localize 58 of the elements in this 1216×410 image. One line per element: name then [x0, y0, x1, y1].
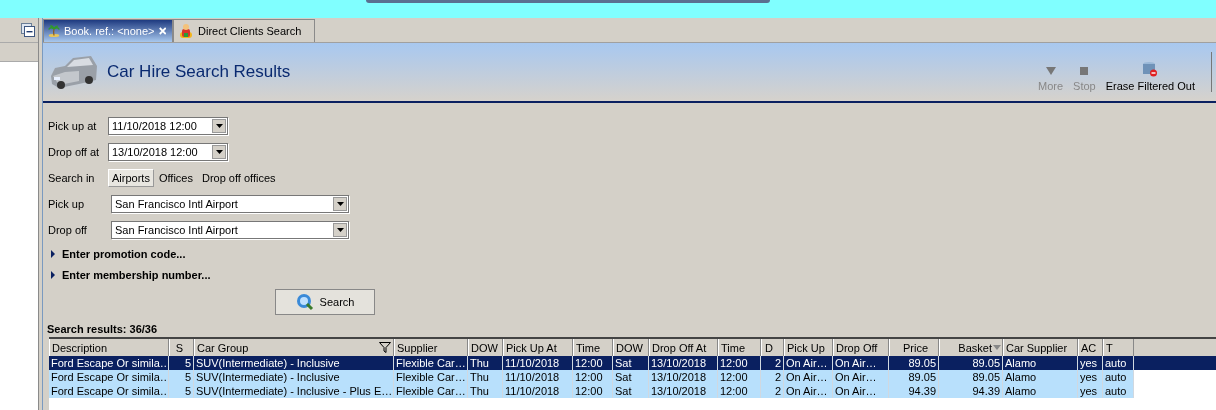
sort-arrow-icon: [993, 345, 1001, 350]
location-dropdown[interactable]: San Francisco Intl Airport: [111, 195, 349, 213]
expander-arrow-icon[interactable]: [50, 270, 56, 279]
field-label: Pick up: [48, 198, 86, 210]
dropdown-arrow-icon[interactable]: [336, 202, 344, 206]
results-count: Search results: 36/36: [46, 322, 159, 337]
table-cell: 13/10/2018: [649, 384, 718, 398]
table-cell: Sat: [613, 384, 649, 398]
table-cell: 5: [169, 384, 194, 398]
table-cell: Alamo: [1003, 384, 1078, 398]
expander-link[interactable]: Enter promotion code...: [62, 247, 186, 260]
triangle-down-icon: [1044, 65, 1057, 77]
collapse-icon[interactable]: [21, 23, 35, 37]
tab[interactable]: Book. ref.: <none>: [43, 19, 173, 42]
table-cell: 11/10/2018: [503, 384, 573, 398]
palm-tree-icon: [48, 23, 60, 39]
table-cell: 94.39: [939, 384, 1003, 398]
expander-arrow-icon[interactable]: [50, 249, 56, 258]
toolbar-button[interactable]: Erase Filtered Out: [1103, 61, 1197, 92]
table-cell: auto: [1103, 384, 1134, 398]
dropdown-arrow-icon[interactable]: [215, 150, 223, 154]
table-cell: Thu: [468, 384, 503, 398]
toggle-option[interactable]: Airports: [108, 169, 154, 187]
date-field[interactable]: 11/10/2018 12:00: [108, 117, 228, 135]
table-cell: SUV(Intermediate) - Inclusive - Plus E…: [194, 384, 394, 398]
field-label: Drop off: [48, 224, 88, 236]
table-cell: On Air…: [833, 384, 889, 398]
person-icon: [178, 23, 194, 39]
toggle-option[interactable]: Offices: [154, 169, 197, 187]
field-label: Search in: [48, 172, 96, 184]
database-delete-icon: [1142, 61, 1159, 77]
table-cell: 94.39: [889, 384, 939, 398]
filter-icon[interactable]: [379, 342, 391, 353]
field-label: Pick up at: [48, 120, 98, 132]
dropdown-arrow-icon[interactable]: [336, 228, 344, 232]
field-label: Drop off at: [48, 146, 101, 158]
table-row[interactable]: Ford Escape Or simila… 5 SUV(Intermediate) - Inclusive - Plus E… Flexible Car… Thu 11/10/2018 12:00 Sat 13/10/2018 12:00 2 On Air… On Air… 94.39 94.39 Alamo yes auto: [49, 384, 1134, 398]
table-cell: On Air…: [784, 384, 833, 398]
search-button[interactable]: Search: [275, 289, 375, 315]
table-cell: 2: [761, 384, 784, 398]
stop-icon: [1078, 65, 1091, 77]
table-cell: 12:00: [573, 384, 613, 398]
magnifier-globe-icon: [295, 293, 314, 311]
table-row[interactable]: Ford Escape Or simila… 5 SUV(Intermediate) - Inclusive Flexible Car… Thu 11/10/2018 12:00 Sat 13/10/2018 12:00 2 On Air… On Air… 89.05 89.05 Alamo yes auto: [49, 370, 1134, 384]
location-dropdown[interactable]: San Francisco Intl Airport: [111, 221, 349, 239]
date-field[interactable]: 13/10/2018 12:00: [108, 143, 228, 161]
dropdown-arrow-icon[interactable]: [215, 124, 223, 128]
tab[interactable]: Direct Clients Search: [173, 19, 315, 42]
close-icon[interactable]: [158, 26, 166, 36]
page-title: Car Hire Search Results: [107, 62, 291, 82]
table-cell: yes: [1078, 384, 1103, 398]
car-icon: [49, 54, 99, 90]
table-cell: Ford Escape Or simila…: [49, 384, 169, 398]
table-row[interactable]: Ford Escape Or simila… 5 SUV(Intermediate) - Inclusive Flexible Car… Thu 11/10/2018 12:00 Sat 13/10/2018 12:00 2 On Air… On Air… 89.05 89.05 Alamo yes auto: [49, 356, 1216, 370]
table-cell: Flexible Car…: [394, 384, 468, 398]
toggle-option[interactable]: Drop off offices: [197, 169, 280, 187]
table-cell: 12:00: [718, 384, 761, 398]
expander-link[interactable]: Enter membership number...: [62, 268, 211, 281]
